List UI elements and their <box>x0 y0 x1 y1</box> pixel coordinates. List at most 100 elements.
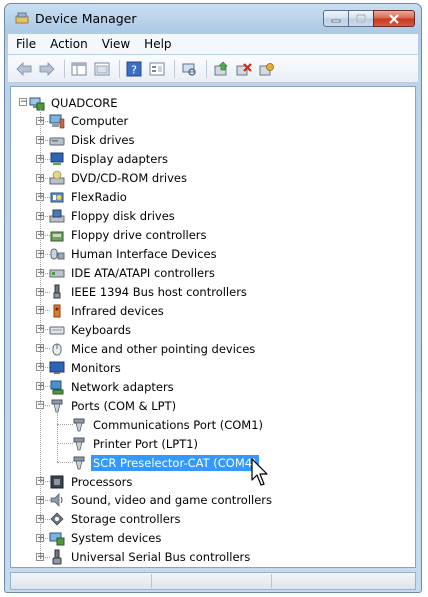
tree-connector-line <box>40 109 41 557</box>
tree-category[interactable]: Mice and other pointing devices <box>49 339 257 358</box>
system-device-icon <box>49 532 65 546</box>
floppy-controller-icon <box>50 231 64 242</box>
properties-pane-button[interactable] <box>69 59 89 79</box>
tree-category[interactable]: DVD/CD-ROM drives <box>49 169 189 188</box>
toolbar: ? <box>8 55 418 83</box>
tree-item-label: IEEE 1394 Bus host controllers <box>71 285 247 299</box>
tree-category[interactable]: IDE ATA/ATAPI controllers <box>49 264 217 283</box>
scan-hardware-button[interactable] <box>179 59 199 79</box>
tree-item-label: Computer <box>71 114 129 129</box>
tree-category[interactable]: Storage controllers <box>49 510 183 529</box>
tree-category[interactable]: Network adapters <box>49 377 176 396</box>
back-button[interactable] <box>14 59 34 79</box>
tree-device[interactable]: SCR Preselector-CAT (COM4) <box>71 453 259 472</box>
toolbar-separator <box>119 59 120 78</box>
tree-item-label: System devices <box>71 531 162 546</box>
tree-item-label: Floppy disk drives <box>71 209 175 224</box>
tree-item-label: Infrared devices <box>71 303 164 318</box>
menu-view[interactable]: View <box>96 37 136 51</box>
menu-help[interactable]: Help <box>138 37 177 51</box>
device-tree-pane[interactable]: − QUADCORE + Computer + Disk drives + Display a… <box>10 86 416 568</box>
minimize-button[interactable] <box>323 10 349 27</box>
tree-item-label: Human Interface Devices <box>71 247 217 262</box>
title-bar[interactable]: Device Manager <box>5 4 421 32</box>
device-manager-app-icon <box>15 12 29 24</box>
tree-item-label: Network adapters <box>71 379 174 394</box>
tree-category[interactable]: Infrared devices <box>49 301 166 320</box>
uninstall-button[interactable] <box>234 59 254 79</box>
tree-category[interactable]: Human Interface Devices <box>49 245 219 264</box>
maximize-button[interactable] <box>348 10 374 27</box>
tree-item-label: Printer Port (LPT1) <box>93 436 199 451</box>
tree-category[interactable]: System devices <box>49 529 163 548</box>
flexradio-icon <box>50 192 64 203</box>
forward-icon <box>39 61 55 76</box>
tree-item-label: Mice and other pointing devices <box>71 341 256 356</box>
tree-category[interactable]: Computer <box>49 112 130 131</box>
tree-category[interactable]: Processors <box>49 472 134 491</box>
help-icon: ? <box>126 61 142 76</box>
infrared-icon <box>53 304 61 318</box>
tree-root[interactable]: QUADCORE <box>29 93 120 112</box>
properties-button[interactable] <box>147 59 167 79</box>
forward-button[interactable] <box>37 59 57 79</box>
update-driver-button[interactable] <box>211 59 231 79</box>
firewire-icon <box>53 284 61 299</box>
tree-item-label: Display adapters <box>71 152 169 167</box>
tree-item-label: Disk drives <box>71 133 135 148</box>
monitor-icon <box>49 361 65 374</box>
menu-file[interactable]: File <box>10 37 42 51</box>
tree-item-label: FlexRadio <box>71 190 127 205</box>
hid-icon <box>50 248 65 260</box>
tree-category[interactable]: Ports (COM & LPT) <box>49 396 178 415</box>
tree-item-label: Floppy drive controllers <box>71 228 207 243</box>
usb-icon <box>52 549 62 565</box>
properties-icon <box>149 62 165 75</box>
tree-category[interactable]: Disk drives <box>49 131 136 150</box>
computer-icon <box>49 114 65 129</box>
tree-item-label: IDE ATA/ATAPI controllers <box>71 266 215 281</box>
collapse-icon[interactable]: − <box>19 98 28 107</box>
tree-device[interactable]: Printer Port (LPT1) <box>71 434 200 453</box>
disable-button[interactable] <box>257 59 277 79</box>
tree-device[interactable]: Communications Port (COM1) <box>71 415 265 434</box>
tree-item-label: Storage controllers <box>71 512 181 527</box>
tree-item-label: Universal Serial Bus controllers <box>71 550 251 565</box>
sound-icon <box>50 493 63 508</box>
ide-controller-icon <box>49 269 65 278</box>
tree-category[interactable]: FlexRadio <box>49 188 129 207</box>
properties-pane-icon <box>71 62 87 75</box>
toolbar-separator <box>64 59 65 78</box>
tree-category[interactable]: Universal Serial Bus controllers <box>49 548 252 567</box>
tree-item-label: QUADCORE <box>51 95 118 110</box>
uninstall-icon <box>236 62 252 75</box>
tree-category[interactable]: Sound, video and game controllers <box>49 491 274 510</box>
status-bar <box>10 572 416 590</box>
floppy-drive-icon <box>49 209 65 223</box>
update-driver-icon <box>214 61 228 75</box>
minimize-icon <box>331 19 341 22</box>
port-icon <box>73 456 85 469</box>
tree-category[interactable]: Monitors <box>49 358 123 377</box>
disable-icon <box>259 62 274 75</box>
tree-category[interactable]: Floppy drive controllers <box>49 226 209 245</box>
toolbar-separator <box>206 59 207 78</box>
storage-controller-icon <box>50 512 64 526</box>
tree-item-label: Monitors <box>71 360 121 375</box>
device-tree: − QUADCORE + Computer + Disk drives + Display a… <box>11 87 415 567</box>
close-button[interactable] <box>373 10 415 27</box>
help-button[interactable]: ? <box>124 59 144 79</box>
tree-category[interactable]: Floppy disk drives <box>49 207 177 226</box>
show-hidden-button[interactable] <box>92 59 112 79</box>
toolbar-separator <box>174 59 175 78</box>
dvd-drive-icon <box>49 170 65 185</box>
tree-category[interactable]: IEEE 1394 Bus host controllers <box>49 283 249 302</box>
tree-category[interactable]: Keyboards <box>49 320 133 339</box>
processor-icon <box>50 475 64 488</box>
tree-item-label: Communications Port (COM1) <box>93 417 264 432</box>
root-computer-icon <box>29 97 45 110</box>
menu-action[interactable]: Action <box>44 37 94 51</box>
tree-category[interactable]: Display adapters <box>49 150 170 169</box>
tree-item-label: Keyboards <box>71 322 132 337</box>
scan-hardware-icon <box>182 63 196 76</box>
